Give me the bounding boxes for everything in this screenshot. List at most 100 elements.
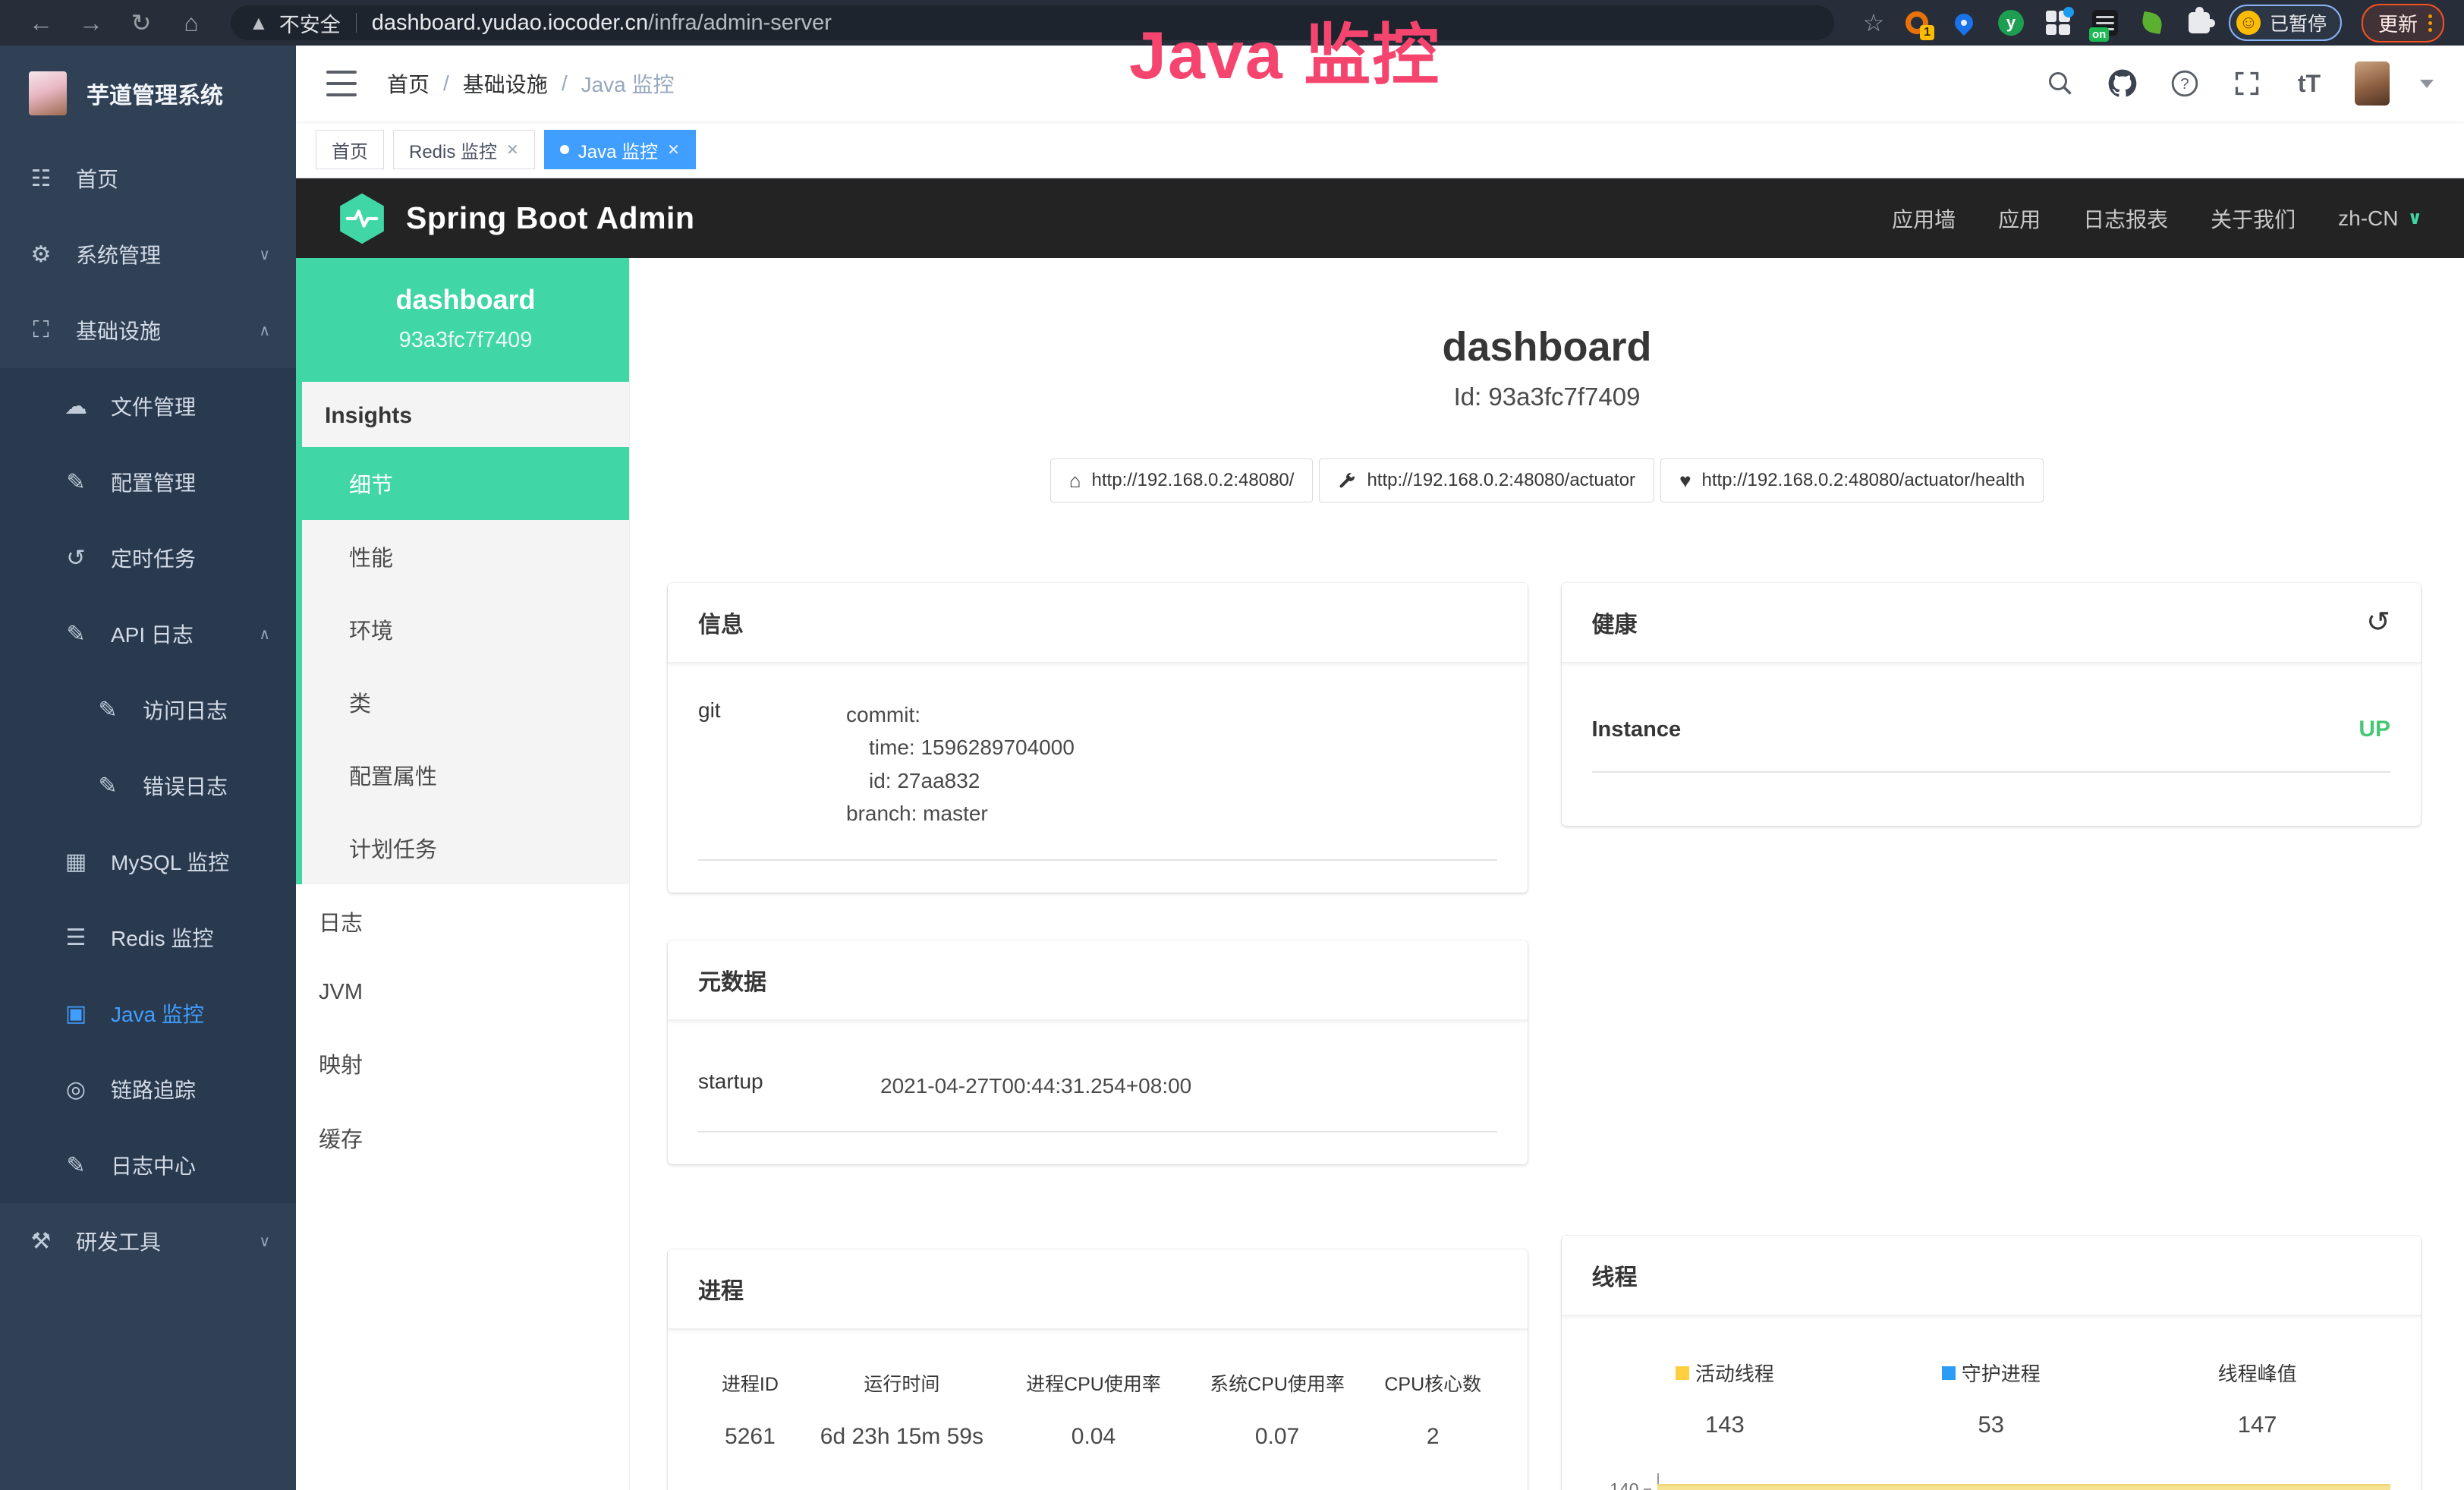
tab-home[interactable]: 首页: [316, 130, 384, 169]
blue-legend-swatch: [1942, 1366, 1956, 1380]
address-bar[interactable]: ▲ 不安全 dashboard.yudao.iocoder.cn/infra/a…: [231, 5, 1834, 40]
sba-nav-about[interactable]: 关于我们: [2211, 203, 2296, 234]
sba-item-mappings[interactable]: 映射: [296, 1026, 629, 1101]
sidebar-item-mysql-monitor[interactable]: ▦ MySQL 监控: [0, 824, 296, 899]
history-icon[interactable]: ↺: [2366, 608, 2390, 637]
close-icon[interactable]: ✕: [506, 140, 519, 159]
health-card-body: Instance UP: [1562, 663, 2422, 826]
sidebar-item-infrastructure[interactable]: ⛶ 基础设施 ∧: [0, 292, 296, 368]
page-url[interactable]: dashboard.yudao.iocoder.cn/infra/admin-s…: [372, 11, 832, 36]
browser-back-icon[interactable]: ←: [20, 9, 62, 37]
detail-cards: 信息 git commit: time: 1596289704000: [630, 502, 2464, 1490]
sidebar-item-label: API 日志: [111, 619, 194, 649]
user-menu-caret-icon[interactable]: [2420, 80, 2434, 88]
health-url-button[interactable]: ♥ http://192.168.0.2:48080/actuator/heal…: [1660, 458, 2044, 502]
security-warning-icon[interactable]: ▲: [249, 11, 269, 35]
sba-insights-label: Insights: [302, 382, 629, 447]
process-table-header: 进程ID 运行时间 进程CPU使用率 系统CPU使用率 CPU核心数: [698, 1369, 1497, 1397]
sba-instance-header[interactable]: dashboard 93a3fc7f7409: [302, 258, 629, 382]
app-logo[interactable]: 芋道管理系统: [0, 46, 296, 140]
sidebar-item-redis-monitor[interactable]: ☰ Redis 监控: [0, 899, 296, 975]
row-divider: [698, 859, 1497, 861]
sba-item-details[interactable]: 细节: [302, 447, 629, 520]
sba-item-classes[interactable]: 类: [302, 666, 629, 739]
sidebar-item-access-log[interactable]: ✎ 访问日志: [0, 672, 296, 748]
actuator-url-button[interactable]: http://192.168.0.2:48080/actuator: [1319, 458, 1654, 502]
sba-nav-applications[interactable]: 应用: [1998, 203, 2041, 234]
profile-paused-chip[interactable]: ☺ 已暂停: [2229, 5, 2342, 41]
sidebar-item-label: MySQL 监控: [111, 846, 229, 877]
active-dot: [560, 145, 569, 154]
health-card: 健康 ↺ Instance UP: [1562, 583, 2422, 826]
extension-orange-icon[interactable]: 1: [1902, 8, 1931, 37]
sba-item-logs[interactable]: 日志: [296, 884, 629, 959]
app-logo-image: [29, 71, 67, 115]
bookmark-star-icon[interactable]: ☆: [1852, 8, 1895, 37]
breadcrumb-separator: /: [562, 71, 568, 96]
github-icon[interactable]: [2106, 67, 2139, 100]
help-icon[interactable]: ?: [2168, 67, 2201, 100]
threads-card-title: 线程: [1592, 1258, 1638, 1292]
sidebar-item-label: 日志中心: [111, 1150, 196, 1180]
font-size-icon[interactable]: tT: [2292, 67, 2326, 100]
sidebar-item-scheduled-jobs[interactable]: ↺ 定时任务: [0, 520, 296, 596]
extensions-puzzle-icon[interactable]: [2185, 8, 2214, 37]
y-tick-140: 140: [1610, 1473, 1651, 1490]
sidebar-item-home[interactable]: ☷ 首页: [0, 140, 296, 216]
sba-locale-select[interactable]: zh-CN ∨: [2338, 206, 2422, 231]
browser-forward-icon[interactable]: →: [70, 9, 112, 37]
sba-item-config-properties[interactable]: 配置属性: [302, 739, 629, 811]
info-key: git: [698, 698, 846, 830]
service-url-button[interactable]: ⌂ http://192.168.0.2:48080/: [1050, 458, 1314, 502]
sidebar-toggle-icon[interactable]: [326, 71, 357, 96]
extension-leaf-icon[interactable]: [2138, 8, 2167, 37]
sidebar-item-label: 首页: [76, 163, 118, 194]
sba-item-caches[interactable]: 缓存: [296, 1101, 629, 1175]
sidebar-item-system[interactable]: ⚙ 系统管理 ∨: [0, 216, 296, 292]
sba-item-performance[interactable]: 性能: [302, 520, 629, 593]
sidebar-item-error-log[interactable]: ✎ 错误日志: [0, 748, 296, 824]
sba-item-jvm[interactable]: JVM: [296, 959, 629, 1026]
sidebar-item-config-manage[interactable]: ✎ 配置管理: [0, 444, 296, 520]
browser-home-icon[interactable]: ⌂: [170, 9, 212, 37]
extension-switch-icon[interactable]: on: [2091, 8, 2119, 37]
col-pid: 进程ID: [698, 1369, 802, 1397]
info-card-title: 信息: [698, 606, 744, 639]
sba-main: dashboard Id: 93a3fc7f7409 ⌂ http://192.…: [630, 258, 2464, 1490]
fullscreen-icon[interactable]: [2230, 67, 2264, 100]
sidebar-menu: ☷ 首页 ⚙ 系统管理 ∨ ⛶ 基础设施 ∧ ☁ 文件管理: [0, 140, 296, 1490]
extension-pin-icon[interactable]: [1949, 8, 1978, 37]
sba-brand[interactable]: Spring Boot Admin: [338, 192, 694, 245]
browser-update-button[interactable]: 更新: [2362, 4, 2444, 43]
tab-java-monitor[interactable]: Java 监控 ✕: [544, 130, 696, 169]
sidebar-item-file-manage[interactable]: ☁ 文件管理: [0, 368, 296, 444]
daemon-threads-value: 53: [1858, 1411, 2124, 1438]
sidebar-item-dev-tools[interactable]: ⚒ 研发工具 ∨: [0, 1203, 296, 1279]
browser-reload-icon[interactable]: ↻: [120, 8, 162, 37]
sba-nav-wall[interactable]: 应用墙: [1892, 203, 1956, 234]
browser-menu-icon[interactable]: [2428, 14, 2432, 32]
sba-nav-journal[interactable]: 日志报表: [2083, 203, 2168, 234]
user-avatar[interactable]: [2355, 61, 2390, 106]
tab-redis-monitor[interactable]: Redis 监控 ✕: [393, 130, 535, 169]
sba-item-scheduled-tasks[interactable]: 计划任务: [302, 811, 629, 884]
threads-card-body: 活动线程 143 守护进程 53: [1562, 1316, 2422, 1490]
extension-y-icon[interactable]: y: [1997, 8, 2025, 37]
breadcrumb-home[interactable]: 首页: [387, 68, 430, 99]
sba-item-environment[interactable]: 环境: [302, 593, 629, 666]
extension-grid-icon[interactable]: [2044, 8, 2072, 37]
breadcrumb-section[interactable]: 基础设施: [463, 68, 548, 99]
document-edit-icon: ✎: [93, 697, 123, 723]
sidebar-item-tracing[interactable]: ◎ 链路追踪: [0, 1051, 296, 1127]
close-icon[interactable]: ✕: [667, 140, 680, 159]
database-icon: ▦: [61, 849, 91, 875]
tab-bar: 首页 Redis 监控 ✕ Java 监控 ✕: [296, 121, 2464, 178]
sidebar-item-label: 基础设施: [76, 315, 161, 345]
briefcase-icon: ⚒: [26, 1228, 56, 1255]
pid-value: 5261: [698, 1424, 802, 1450]
sidebar-item-api-log[interactable]: ✎ API 日志 ∧: [0, 596, 296, 672]
search-icon[interactable]: [2044, 67, 2077, 100]
sba-header: Spring Boot Admin 应用墙 应用 日志报表 关于我们 zh-CN…: [296, 178, 2464, 258]
sidebar-item-java-monitor[interactable]: ▣ Java 监控: [0, 975, 296, 1051]
sidebar-item-log-center[interactable]: ✎ 日志中心: [0, 1127, 296, 1203]
